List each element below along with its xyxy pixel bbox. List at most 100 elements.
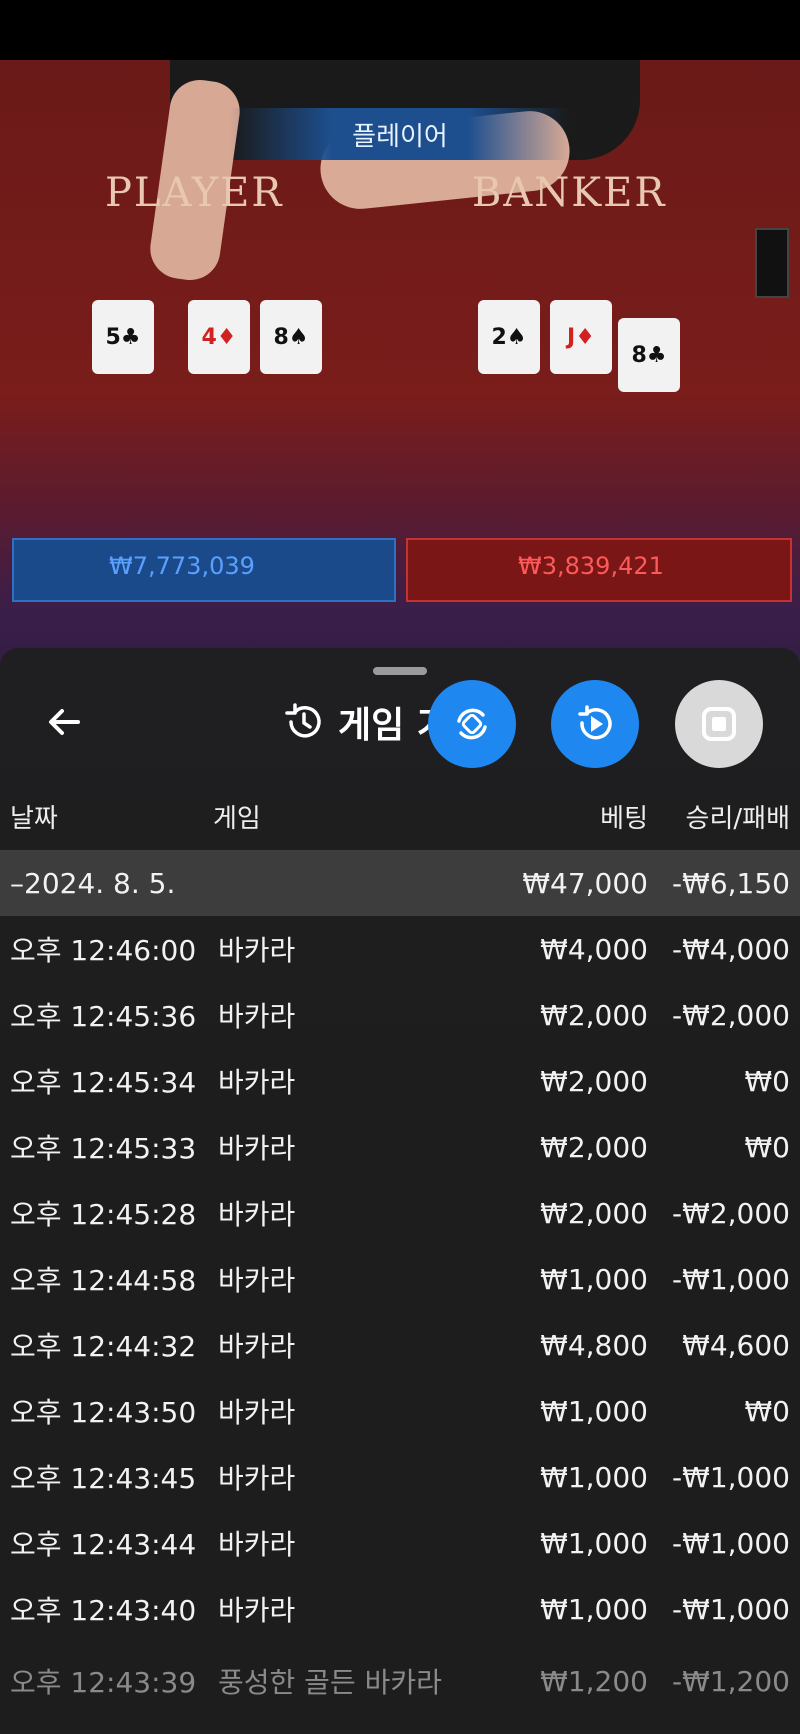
banker-card-3: 8 ♣	[618, 318, 680, 392]
row-game: 바카라	[218, 1528, 296, 1561]
sheet-drag-handle[interactable]	[373, 667, 427, 675]
history-row[interactable]: 오후 12:43:45 바카라 ₩1,000 -₩1,000	[0, 1444, 800, 1510]
row-bet: ₩1,200	[540, 1664, 648, 1698]
card-rank: 5	[105, 324, 121, 350]
status-bar	[0, 0, 800, 60]
banker-bet-panel[interactable]: ₩3,839,421	[406, 538, 792, 602]
row-game: 풍성한 골든 바카라	[218, 1666, 442, 1699]
date-group-date: –2024. 8. 5.	[10, 866, 176, 900]
row-game: 바카라	[218, 1198, 296, 1231]
card-suit: ♦	[575, 324, 595, 350]
replay-play-icon	[578, 705, 612, 740]
banker-card-2: J ♦	[550, 300, 612, 374]
column-header-game: 게임	[213, 804, 261, 834]
player-card-3: 8 ♠	[260, 300, 322, 374]
card-suit: ♣	[646, 342, 667, 368]
row-bet: ₩1,000	[540, 1526, 648, 1560]
row-bet: ₩2,000	[540, 1130, 648, 1164]
column-header-result: 승리/패배	[685, 804, 790, 834]
row-time: 오후 12:43:39	[10, 1666, 197, 1699]
player-label: PLAYER	[105, 170, 284, 216]
row-result: ₩4,600	[682, 1328, 790, 1362]
row-bet: ₩4,800	[540, 1328, 648, 1362]
row-time: 오후 12:43:44	[10, 1528, 197, 1561]
row-result: ₩0	[744, 1130, 791, 1164]
row-bet: ₩1,000	[540, 1460, 648, 1494]
history-row[interactable]: 오후 12:43:44 바카라 ₩1,000 -₩1,000	[0, 1510, 800, 1576]
row-time: 오후 12:45:34	[10, 1066, 197, 1099]
banker-total-bet: ₩3,839,421	[518, 552, 664, 580]
row-bet: ₩2,000	[540, 1064, 648, 1098]
row-bet: ₩1,000	[540, 1262, 648, 1296]
date-group-result: -₩6,150	[672, 866, 790, 900]
card-rank: 2	[491, 324, 507, 350]
row-game: 바카라	[218, 1066, 296, 1099]
row-result: -₩1,200	[672, 1664, 790, 1698]
row-game: 바카라	[218, 1462, 296, 1495]
row-bet: ₩1,000	[540, 1394, 648, 1428]
history-row[interactable]: 오후 12:45:33 바카라 ₩2,000 ₩0	[0, 1114, 800, 1180]
history-row[interactable]: 오후 12:44:58 바카라 ₩1,000 -₩1,000	[0, 1246, 800, 1312]
row-time: 오후 12:43:40	[10, 1594, 197, 1627]
banker-card-1: 2 ♠	[478, 300, 540, 374]
date-group-row[interactable]: –2024. 8. 5. ₩47,000 -₩6,150	[0, 850, 800, 916]
back-button[interactable]	[38, 696, 90, 748]
row-bet: ₩4,000	[540, 932, 648, 966]
sync-button[interactable]	[428, 680, 516, 768]
row-result: -₩4,000	[672, 932, 790, 966]
history-icon	[285, 703, 321, 738]
row-game: 바카라	[218, 1330, 296, 1363]
round-status-banner: 플레이어	[230, 108, 570, 160]
history-row[interactable]: 오후 12:46:00 바카라 ₩4,000 -₩4,000	[0, 916, 800, 982]
arrow-left-icon	[49, 709, 80, 735]
player-card-1: 5 ♣	[92, 300, 154, 374]
row-time: 오후 12:44:32	[10, 1330, 197, 1363]
row-time: 오후 12:43:50	[10, 1396, 197, 1429]
row-time: 오후 12:46:00	[10, 934, 197, 967]
row-game: 바카라	[218, 1264, 296, 1297]
history-row[interactable]: 오후 12:45:28 바카라 ₩2,000 -₩2,000	[0, 1180, 800, 1246]
history-row[interactable]: 오후 12:44:32 바카라 ₩4,800 ₩4,600	[0, 1312, 800, 1378]
row-bet: ₩2,000	[540, 998, 648, 1032]
history-row[interactable]: 오후 12:43:40 바카라 ₩1,000 -₩1,000	[0, 1576, 800, 1642]
history-row[interactable]: 오후 12:43:50 바카라 ₩1,000 ₩0	[0, 1378, 800, 1444]
sync-icon	[457, 708, 487, 740]
row-bet: ₩2,000	[540, 1196, 648, 1230]
row-time: 오후 12:45:33	[10, 1132, 197, 1165]
row-result: ₩0	[744, 1064, 791, 1098]
history-row[interactable]: 오후 12:43:39 풍성한 골든 바카라 ₩1,200 -₩1,200	[0, 1648, 800, 1714]
card-rank: 4	[201, 324, 217, 350]
stop-icon	[702, 707, 736, 741]
row-time: 오후 12:44:58	[10, 1264, 197, 1297]
replay-button[interactable]	[551, 680, 639, 768]
card-suit: ♠	[506, 324, 527, 350]
row-result: -₩1,000	[672, 1592, 790, 1626]
row-result: -₩2,000	[672, 1196, 790, 1230]
row-result: -₩2,000	[672, 998, 790, 1032]
round-status-text: 플레이어	[352, 121, 448, 152]
column-header-bet: 베팅	[600, 804, 648, 834]
row-time: 오후 12:43:45	[10, 1462, 197, 1495]
banker-label: BANKER	[472, 170, 667, 216]
player-bet-panel[interactable]: ₩7,773,039	[12, 538, 396, 602]
card-shoe	[755, 228, 789, 298]
date-group-bet: ₩47,000	[522, 866, 648, 900]
row-game: 바카라	[218, 1000, 296, 1033]
stop-button[interactable]	[675, 680, 763, 768]
row-result: ₩0	[744, 1394, 791, 1428]
card-rank: 8	[631, 342, 647, 368]
column-header-date: 날짜	[10, 804, 58, 834]
card-suit: ♠	[288, 324, 309, 350]
card-rank: J	[567, 324, 576, 350]
row-time: 오후 12:45:36	[10, 1000, 197, 1033]
row-result: -₩1,000	[672, 1460, 790, 1494]
row-game: 바카라	[218, 1594, 296, 1627]
history-row[interactable]: 오후 12:45:34 바카라 ₩2,000 ₩0	[0, 1048, 800, 1114]
row-game: 바카라	[218, 934, 296, 967]
card-suit: ♣	[120, 324, 141, 350]
history-row[interactable]: 오후 12:45:36 바카라 ₩2,000 -₩2,000	[0, 982, 800, 1048]
row-time: 오후 12:45:28	[10, 1198, 197, 1231]
card-suit: ♦	[216, 324, 237, 350]
card-rank: 8	[273, 324, 289, 350]
row-game: 바카라	[218, 1396, 296, 1429]
